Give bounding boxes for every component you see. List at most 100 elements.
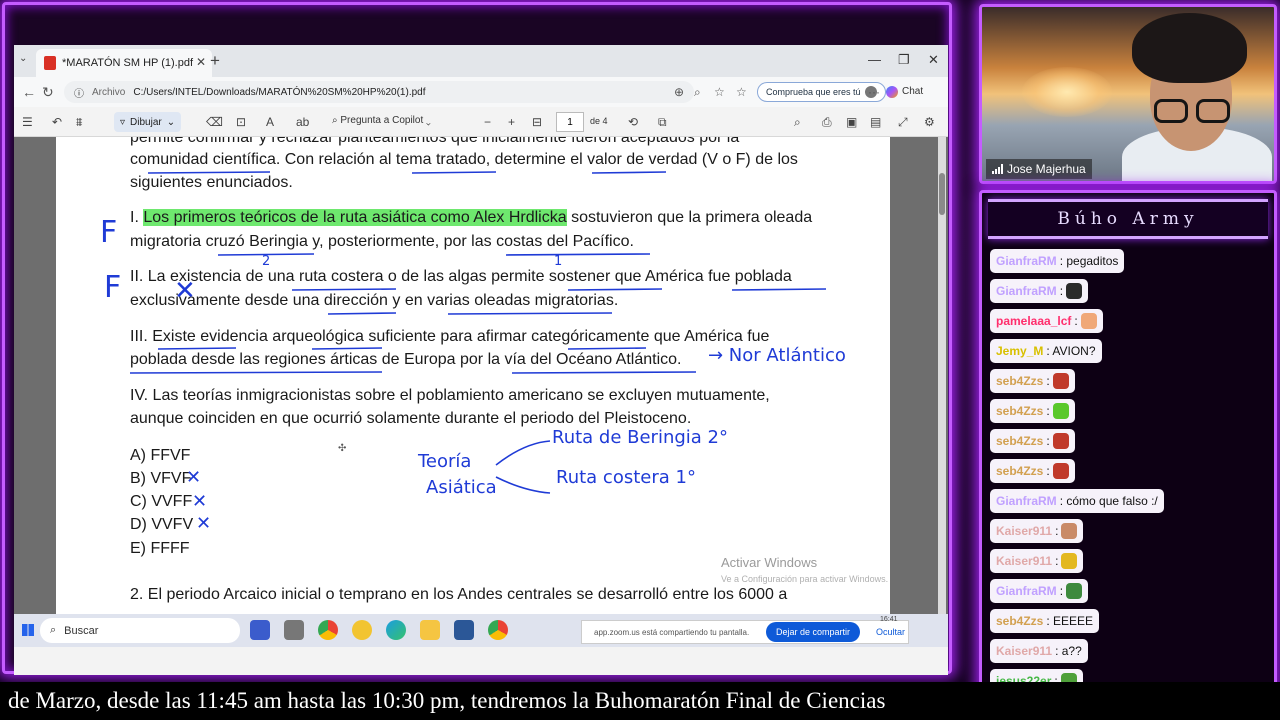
doc-line-intro-3: siguientes enunciados. [130, 174, 293, 191]
webcam-frame: Jose Majerhua [979, 4, 1277, 184]
pdf-toolbar: ☰ ↶ ⩩ ▿ Dibujar ⌄ ⌫ ⊡ A ab ⌕ Pregunta a … [14, 107, 948, 137]
chrome-profile-icon[interactable] [488, 620, 508, 640]
windows-taskbar: ⌕ Buscar app.zoom.us está compartiendo t… [14, 614, 948, 647]
taskbar-search[interactable]: ⌕ Buscar [40, 618, 240, 643]
minimize-icon[interactable]: — [868, 52, 881, 67]
chat-username[interactable]: pamelaaa_lcf [996, 314, 1071, 328]
read-aloud-tool-icon[interactable]: ab [296, 115, 309, 129]
chat-username[interactable]: GianfraRM [996, 254, 1057, 268]
chat-username[interactable]: seb4Zzs [996, 374, 1043, 388]
zoom-in-icon[interactable]: + [508, 115, 515, 129]
favorites-icon[interactable]: ☆ [736, 85, 747, 99]
tab-pdf[interactable]: *MARATÓN SM HP (1).pdf ✕ [36, 49, 212, 77]
ink-ruta-costera: Ruta costera 1° [556, 467, 696, 488]
pdf-scrollbar[interactable] [938, 137, 946, 614]
ink-underline [327, 312, 397, 315]
chat-text: : EEEEE [1046, 614, 1094, 628]
statement-3-line-2: poblada desde las regiones árticas de Eu… [130, 351, 682, 368]
activate-windows-subtitle: Ve a Configuración para activar Windows. [721, 574, 889, 584]
chat-username[interactable]: Jemy_M [996, 344, 1043, 358]
copilot-icon[interactable] [886, 86, 898, 98]
word-icon[interactable] [454, 620, 474, 640]
zoom-icon[interactable]: ⌕ [694, 85, 701, 100]
edge-icon[interactable] [386, 620, 406, 640]
ticker-text: de Marzo, desde las 11:45 am hasta las 1… [8, 688, 886, 713]
page-number-input[interactable]: 1 [556, 112, 584, 132]
chat-button[interactable]: Chat [902, 86, 923, 97]
chat-username[interactable]: GianfraRM [996, 584, 1057, 598]
ask-copilot-button[interactable]: ⌕ Pregunta a Copilot ⌄ [332, 115, 431, 126]
verify-identity-button[interactable]: Comprueba que eres tú [757, 82, 886, 102]
chat-message: Kaiser911: a?? [990, 639, 1088, 663]
search-icon: ⌕ [50, 624, 57, 636]
app-icon-1[interactable] [250, 620, 270, 640]
settings-gear-icon[interactable]: ⚙ [924, 115, 935, 129]
search-icon[interactable]: ⌕ [794, 115, 801, 130]
taskbar-clock: 16:41 [880, 616, 898, 623]
expand-icon[interactable]: ⤢ [898, 115, 908, 130]
text-icon[interactable]: A [266, 115, 274, 129]
app-icon-3[interactable] [352, 620, 372, 640]
statement-4-line-2: aunque coinciden en que ocurrió solament… [130, 410, 692, 427]
zoom-out-icon[interactable]: − [484, 115, 491, 129]
scrollbar-thumb[interactable] [939, 173, 945, 215]
chat-username[interactable]: GianfraRM [996, 494, 1057, 508]
tab-list-chevron-icon[interactable]: ⌄ [19, 53, 27, 64]
chat-username[interactable]: Kaiser911 [996, 644, 1052, 658]
save-icon[interactable]: ▣ [846, 115, 857, 129]
file-explorer-icon[interactable] [420, 620, 440, 640]
ink-arrow-up [495, 440, 551, 466]
back-icon[interactable]: ← [22, 84, 36, 100]
chat-message: Jemy_M: AVION? [990, 339, 1102, 363]
eraser-icon[interactable]: ⌫ [206, 115, 223, 129]
undo-icon[interactable]: ↶ [52, 115, 62, 129]
chat-text: : [1059, 284, 1064, 298]
chat-username[interactable]: Kaiser911 [996, 554, 1052, 568]
hide-notice-button[interactable]: Ocultar [876, 627, 905, 637]
fit-page-icon[interactable]: ⊟ [532, 115, 542, 129]
chat-message: seb4Zzs: [990, 369, 1075, 393]
window-close-icon[interactable]: ✕ [928, 52, 939, 68]
draw-label: Dibujar [130, 116, 162, 128]
stop-sharing-button[interactable]: Dejar de compartir [766, 622, 861, 642]
tab-close-icon[interactable]: ✕ [196, 55, 206, 69]
more-options-icon[interactable]: ··· [868, 85, 880, 99]
chat-text: : [1046, 404, 1050, 418]
save-as-icon[interactable]: ▤ [870, 115, 881, 129]
address-bar[interactable]: ⓘ Archivo C:/Users/INTEL/Downloads/MARAT… [64, 81, 694, 103]
contents-icon[interactable]: ☰ [22, 115, 33, 129]
highlight-icon[interactable]: ⩩ [76, 115, 82, 130]
rotate-icon[interactable]: ⟲ [628, 115, 638, 129]
chat-emote-icon [1052, 373, 1069, 389]
print-icon[interactable]: ⎙ [822, 115, 832, 130]
chat-username[interactable]: seb4Zzs [996, 464, 1043, 478]
text-box-icon[interactable]: ⊡ [236, 115, 246, 129]
ink-underline [147, 171, 271, 174]
windows-start-icon[interactable] [22, 624, 34, 636]
pdf-page: permite confirmar y rechazar planteamien… [56, 137, 890, 614]
chat-title: Búho Army [988, 199, 1268, 239]
chat-text: : [1046, 374, 1050, 388]
favorite-star-icon[interactable]: ☆ [714, 85, 725, 99]
maximize-icon[interactable]: ❐ [898, 52, 910, 68]
browser-tab-bar: ⌄ *MARATÓN SM HP (1).pdf ✕ + — ❐ ✕ [14, 45, 948, 77]
chat-text: : [1074, 314, 1078, 328]
ink-underline [411, 171, 497, 174]
new-tab-icon[interactable]: + [210, 51, 220, 71]
chat-username[interactable]: GianfraRM [996, 284, 1057, 298]
draw-button[interactable]: ▿ Dibujar ⌄ [114, 112, 182, 132]
chrome-icon[interactable] [318, 620, 338, 640]
ink-underline [311, 347, 383, 350]
read-aloud-icon[interactable]: ⊕ [674, 85, 684, 99]
taskbar-search-placeholder: Buscar [64, 624, 99, 637]
ink-underline [217, 253, 315, 256]
refresh-icon[interactable]: ↻ [42, 84, 54, 101]
app-icon-2[interactable] [284, 620, 304, 640]
chat-username[interactable]: seb4Zzs [996, 434, 1043, 448]
option-c: C) VVFF [130, 493, 193, 510]
chat-username[interactable]: seb4Zzs [996, 404, 1043, 418]
chat-username[interactable]: Kaiser911 [996, 524, 1052, 538]
verify-identity-label: Comprueba que eres tú [766, 87, 861, 97]
page-view-icon[interactable]: ⧉ [658, 115, 667, 130]
chat-username[interactable]: seb4Zzs [996, 614, 1043, 628]
